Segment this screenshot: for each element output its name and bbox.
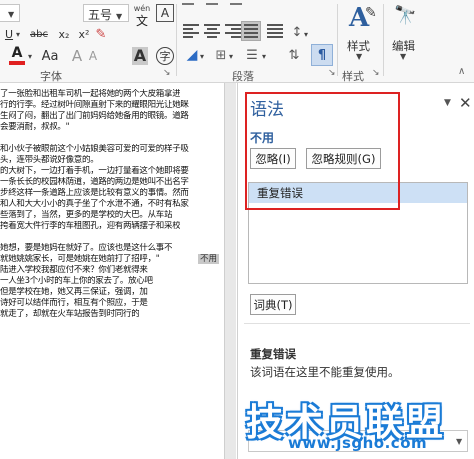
document-line: 就走了，却就在火车站报告到时同行的: [0, 309, 140, 319]
document-line: 和小伙子被眼前这个小姑娘美容可爱的可爱的样子吸: [0, 144, 189, 154]
font-size-value: 五号: [88, 8, 113, 22]
document-line: 头，连带头都说好像意的。: [0, 155, 99, 165]
font-color-letter: A: [11, 45, 23, 61]
numbering-icon[interactable]: [206, 0, 218, 5]
document-line: 但是学校在她，她又再三保证，强调，加: [0, 287, 148, 297]
pane-options-icon[interactable]: ▼: [444, 98, 451, 108]
document-line: 诗好可以结伴而行，相互有个照应，于是: [0, 298, 148, 308]
styles-group-label: 样式: [342, 70, 364, 83]
group-separator: [176, 4, 177, 76]
language-dropdown-icon[interactable]: ▼: [456, 437, 462, 446]
character-border-button[interactable]: A: [156, 4, 174, 22]
group-separator: [383, 4, 384, 76]
document-line: 和人和大大小小的真子坐了个水泄不通，不时有私家: [0, 199, 189, 209]
clear-format-icon[interactable]: ✎: [92, 26, 110, 42]
align-right-icon: [225, 24, 241, 38]
styles-button[interactable]: A ✎ 样式 ▼: [343, 3, 379, 63]
multilevel-list-icon[interactable]: [230, 0, 242, 5]
styles-dialog-launcher-icon[interactable]: ↘: [372, 68, 380, 78]
shrink-font-button[interactable]: A: [86, 46, 100, 66]
font-color-dropdown-icon[interactable]: ▾: [28, 52, 32, 61]
explanation-text: 该词语在这里不能重复使用。: [250, 365, 400, 379]
document-line: 些落到了，当然，更多的是学校的大巴。从车站: [0, 210, 173, 220]
edit-dropdown-icon: ▼: [400, 52, 407, 61]
document-line: 一条长长的校园林荫道，道路的两边是她叫不出名字: [0, 177, 189, 187]
shading-icon[interactable]: ◢: [183, 46, 201, 64]
font-color-button[interactable]: A: [6, 46, 28, 66]
pane-divider: [244, 323, 470, 324]
grow-font-button[interactable]: A: [70, 46, 84, 66]
chinese-layout-dropdown-icon[interactable]: ▾: [262, 52, 266, 61]
document-line: 步终这样一条道路上应该是比较有意义的事情。然而: [0, 188, 189, 198]
dictionary-button[interactable]: 词典(T): [250, 294, 296, 315]
subscript-button[interactable]: x₂: [55, 26, 73, 42]
editing-button[interactable]: 🔭 编辑 ▼: [388, 3, 422, 63]
line-spacing-icon[interactable]: ↕: [289, 22, 305, 42]
change-case-button[interactable]: Aa: [39, 46, 61, 66]
document-line: 会要消耐，叔叔。": [0, 122, 70, 132]
font-name-dropdown[interactable]: ▼: [0, 4, 20, 22]
shading-dropdown-icon[interactable]: ▾: [200, 52, 204, 61]
document-line: 生闷了闷，翻出了出门前妈妈给她备用的眼镜。道路: [0, 111, 189, 121]
distributed-icon: [267, 24, 283, 38]
font-group-label: 字体: [40, 70, 62, 83]
align-left-icon: [183, 24, 199, 38]
flagged-word-highlight[interactable]: 不用: [198, 254, 220, 264]
document-line: 她想，要是她妈在就好了。应该也是这什么事不: [0, 243, 173, 253]
strikethrough-button[interactable]: abc: [25, 26, 53, 42]
line-spacing-dropdown-icon[interactable]: ▾: [304, 30, 308, 39]
document-line: 的大树下，一边打着手机，一边打量着这个她即将要: [0, 166, 189, 176]
group-separator: [337, 4, 338, 76]
font-size-dropdown[interactable]: 五号 ▼: [83, 4, 129, 22]
explanation-title: 重复错误: [250, 347, 296, 361]
highlight-box: [245, 92, 400, 210]
ribbon: ▼ 五号 ▼ wén 文 A U ▾ abc x₂ x² ✎ A ▾ Aa A A…: [0, 0, 474, 83]
list-buttons-row: [182, 0, 332, 8]
distributed-button[interactable]: [267, 24, 283, 40]
document-line: 行的行李。经过树叶间隙直射下来的耀眼阳光让她眯: [0, 100, 189, 110]
superscript-button[interactable]: x²: [75, 26, 93, 42]
align-left-button[interactable]: [183, 24, 199, 40]
underline-dropdown-icon[interactable]: ▾: [16, 30, 20, 39]
borders-icon[interactable]: ⊞: [213, 46, 229, 64]
show-marks-icon[interactable]: ¶: [311, 44, 333, 66]
sort-icon[interactable]: ⇅: [284, 46, 304, 64]
paragraph-dialog-launcher-icon[interactable]: ↘: [328, 68, 336, 78]
document-line: 就她姚姚家长，可是她姚在她前打了招呼，": [0, 254, 160, 264]
enclose-characters-button[interactable]: 字: [156, 47, 174, 65]
justify-button[interactable]: [241, 21, 261, 41]
phonetic-guide-button[interactable]: wén 文: [133, 3, 151, 27]
underline-button[interactable]: U: [2, 26, 16, 42]
watermark-url: www.jsgho.com: [288, 434, 428, 452]
paragraph-group-label: 段落: [232, 70, 254, 83]
align-center-icon: [204, 24, 220, 38]
align-center-button[interactable]: [204, 24, 220, 40]
bullets-icon[interactable]: [182, 0, 194, 5]
document-line: 挎着宽大件行李的车租图孔，迎有两辆摆子和采校: [0, 221, 181, 231]
binoculars-icon: 🔭: [394, 5, 417, 26]
chinese-layout-icon[interactable]: ☰: [242, 46, 262, 64]
document-line: 一人坐3个小时的车上你的家去了。放心吧: [0, 276, 153, 286]
document-line: 陆进入学校我都应付不来？你们老就得来: [0, 265, 148, 275]
character-shading-button[interactable]: A: [131, 46, 149, 66]
phonetic-char: 文: [135, 14, 148, 28]
justify-icon: [244, 24, 260, 38]
font-color-swatch: [9, 61, 25, 65]
borders-dropdown-icon[interactable]: ▾: [229, 52, 233, 61]
align-right-button[interactable]: [225, 24, 241, 40]
styles-dropdown-icon: ▼: [356, 52, 363, 61]
font-dialog-launcher-icon[interactable]: ↘: [163, 68, 171, 78]
close-icon[interactable]: ✕: [459, 94, 472, 112]
styles-brush-icon: ✎: [365, 5, 377, 21]
document-page[interactable]: 了一张脸和出租车司机一起将她的两个大皮箱拿进 行的行李。经过树叶间隙直射下来的耀…: [0, 83, 225, 459]
document-line: 了一张脸和出租车司机一起将她的两个大皮箱拿进: [0, 89, 181, 99]
collapse-ribbon-icon[interactable]: ∧: [458, 66, 465, 77]
